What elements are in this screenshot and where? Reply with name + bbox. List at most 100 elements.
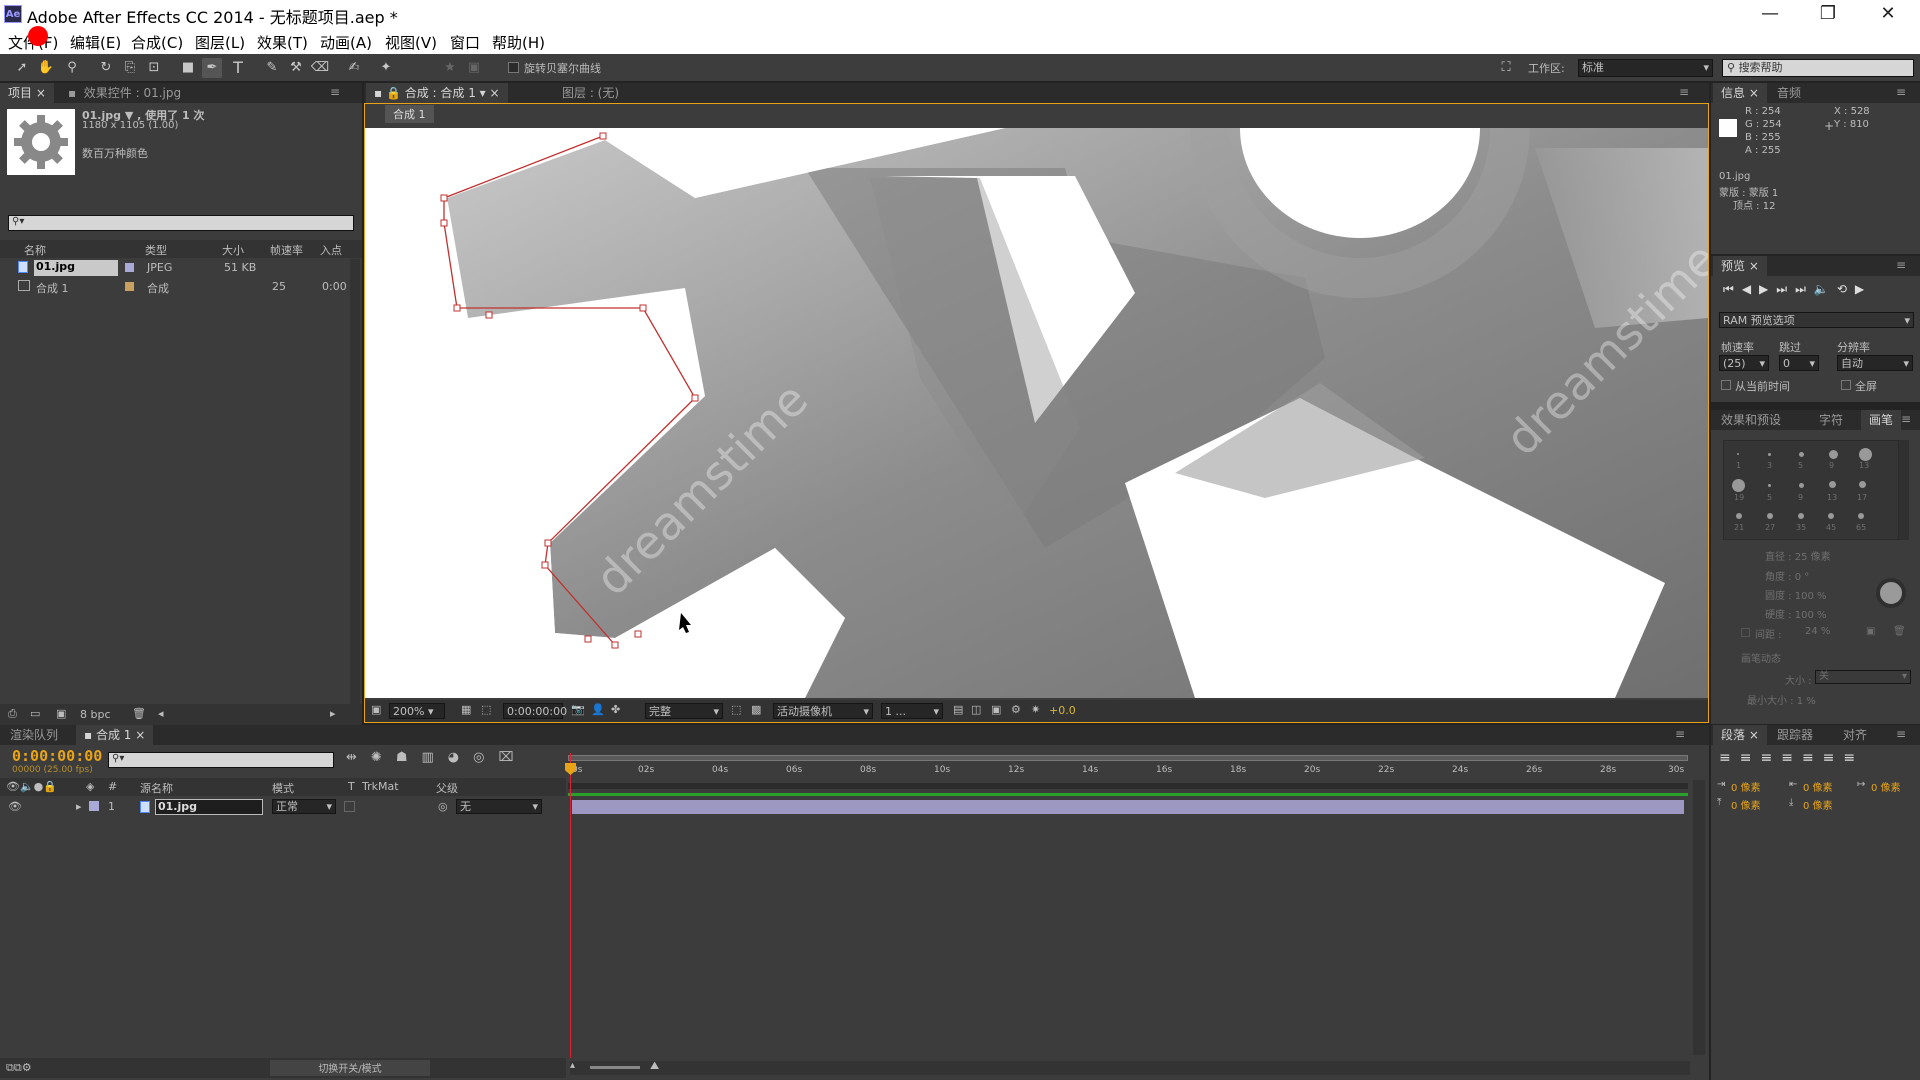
project-scrollbar[interactable] [350, 259, 360, 704]
grid-icon[interactable]: ▦ [461, 703, 471, 716]
pen-tool-icon[interactable]: ✒ [202, 58, 222, 78]
tab-render-queue[interactable]: 渲染队列 [2, 725, 66, 745]
shy-icon[interactable]: ☗ [396, 750, 422, 765]
camera-tool-icon[interactable]: ⎘ [120, 58, 140, 78]
brush-angle[interactable]: 角度 : 0 ° [1765, 568, 1809, 583]
menu-view[interactable]: 视图(V) [385, 32, 437, 53]
blend-mode-select[interactable]: 正常 ▾ [272, 799, 336, 814]
toggle-switches-modes[interactable]: 切换开关/模式 [270, 1060, 430, 1076]
time-ruler[interactable]: 0s 02s 04s 06s 08s 10s 12s 14s 16s 18s 2… [568, 753, 1693, 793]
timeline-icon[interactable]: ▣ [991, 703, 1001, 716]
panel-menu-icon[interactable]: ≡ [1896, 258, 1906, 272]
brush-tool-icon[interactable]: ✎ [262, 58, 282, 78]
puppet-tool-icon[interactable]: ✦ [376, 58, 396, 78]
label-color[interactable] [89, 801, 99, 811]
project-search-input[interactable]: ⚲▾ [8, 215, 354, 231]
timeline-search-input[interactable]: ⚲▾ [108, 752, 334, 768]
col-in[interactable]: 入点 [320, 242, 342, 258]
eye-icon[interactable]: 👁 [8, 800, 22, 813]
col-name[interactable]: 名称 [24, 242, 46, 258]
panel-menu-icon[interactable]: ≡ [1896, 85, 1906, 99]
draft-3d-icon[interactable]: ✺ [371, 750, 396, 765]
clone-stamp-tool-icon[interactable]: ⚒ [286, 58, 306, 78]
resolution-select[interactable]: 完整 ▾ [645, 703, 723, 719]
channel-icon[interactable]: ✤ [611, 703, 620, 716]
indent-left-value[interactable]: 0 像素 [1731, 779, 1761, 794]
prev-frame-icon[interactable]: ◀ [1742, 282, 1759, 296]
show-snapshot-icon[interactable]: 👤 [591, 703, 605, 716]
justify-right-icon[interactable]: ≡ [1823, 750, 1844, 766]
always-preview-icon[interactable]: ▣ [371, 703, 381, 716]
workspace-select[interactable]: 标准 ▾ [1578, 59, 1713, 77]
brush-hardness[interactable]: 硬度 : 100 % [1765, 606, 1827, 621]
motion-blur-icon[interactable]: ◕ [448, 750, 473, 765]
justify-all-icon[interactable]: ≡ [1843, 750, 1864, 766]
play-icon[interactable]: ▶ [1759, 282, 1776, 296]
menu-window[interactable]: 窗口 [450, 32, 480, 53]
panel-menu-icon[interactable]: ≡ [1679, 85, 1689, 99]
col-type[interactable]: 类型 [145, 242, 167, 258]
scroll-right-icon[interactable]: ▸ [330, 707, 336, 720]
brush-diameter[interactable]: 直径 : 25 像素 [1765, 548, 1831, 563]
current-timecode[interactable]: 0:00:00:00 [12, 747, 102, 765]
space-after-value[interactable]: 0 像素 [1803, 797, 1833, 812]
panel-menu-icon[interactable]: ≡ [330, 85, 340, 99]
brush-tips-grid[interactable]: 1 3 5 9 13 19 5 9 13 17 21 27 35 45 65 [1723, 440, 1899, 540]
tab-effect-controls[interactable]: ▪ 效果控件 : 01.jpg [60, 83, 189, 103]
hand-tool-icon[interactable]: ✋ [36, 58, 56, 78]
menu-help[interactable]: 帮助(H) [492, 32, 545, 53]
fps-select[interactable]: (25) ▾ [1719, 355, 1769, 371]
audio-icon[interactable]: 🔈 [1814, 282, 1837, 296]
space-before-value[interactable]: 0 像素 [1731, 797, 1761, 812]
exposure-value[interactable]: +0.0 [1049, 704, 1076, 717]
timeline-zoom-bar[interactable]: ▴ ⛰ [570, 1059, 1690, 1075]
tab-project[interactable]: 项目 × [0, 83, 54, 103]
tab-preview[interactable]: 预览 × [1713, 256, 1767, 276]
align-center-icon[interactable]: ≡ [1740, 750, 1761, 766]
rectangle-tool-icon[interactable]: ■ [178, 58, 198, 78]
tab-effects-presets[interactable]: 效果和预设 [1713, 410, 1789, 430]
first-frame-icon[interactable]: ⏮ [1723, 282, 1742, 296]
rotobezier-checkbox[interactable] [508, 62, 519, 73]
tab-info[interactable]: 信息 × [1713, 83, 1767, 103]
region-of-interest-icon[interactable]: ⬚ [731, 703, 741, 716]
brush-new-icon[interactable]: ▣ [1866, 626, 1875, 637]
label-color[interactable] [125, 263, 134, 272]
tab-character[interactable]: 字符 [1811, 410, 1851, 430]
zoom-in-icon[interactable]: ⛰ [650, 1059, 659, 1073]
comp-viewer[interactable]: dreamstime dreamstime [365, 128, 1708, 698]
eraser-tool-icon[interactable]: ⌫ [310, 58, 330, 78]
new-folder-icon[interactable]: ▭ [30, 707, 40, 720]
tab-paragraph[interactable]: 段落 × [1713, 725, 1767, 745]
menu-effect[interactable]: 效果(T) [257, 32, 308, 53]
mask-visibility-icon[interactable]: ⬚ [481, 703, 491, 716]
frame-blending-icon[interactable]: ▥ [421, 750, 447, 765]
parent-select[interactable]: 无 ▾ [456, 799, 542, 814]
col-fps[interactable]: 帧速率 [270, 242, 303, 258]
snapshot-icon[interactable]: 📷 [571, 703, 585, 716]
resolution-preview-select[interactable]: 自动 ▾ [1837, 355, 1913, 371]
brush-scrollbar[interactable] [1899, 440, 1909, 540]
align-right-icon[interactable]: ≡ [1760, 750, 1781, 766]
table-row[interactable]: 👁 ▸ 1 01.jpg 正常 ▾ ◎ 无 ▾ [0, 798, 566, 816]
bit-depth[interactable]: 8 bpc [80, 708, 111, 721]
tab-composition[interactable]: ▪ 🔒 合成 : 合成 1 ▾ × [366, 83, 508, 103]
panel-menu-icon[interactable]: ≡ [1675, 727, 1685, 741]
justify-left-icon[interactable]: ≡ [1781, 750, 1802, 766]
list-item[interactable]: 01.jpg JPEG 51 KB [0, 259, 350, 277]
menu-composition[interactable]: 合成(C) [131, 32, 183, 53]
tab-align[interactable]: 对齐 [1835, 725, 1875, 745]
brush-size-select[interactable]: 关 ▾ [1815, 670, 1911, 684]
last-frame-icon[interactable]: ⏭ [1795, 282, 1814, 296]
flowchart-icon[interactable]: ⚙ [1011, 703, 1021, 716]
menu-layer[interactable]: 图层(L) [195, 32, 245, 53]
help-search-input[interactable]: ⚲ 搜索帮助 [1722, 59, 1914, 77]
brush-delete-icon[interactable]: 🗑 [1893, 626, 1906, 637]
panel-menu-icon[interactable]: ≡ [1896, 727, 1906, 741]
rotate-tool-icon[interactable]: ↻ [96, 58, 116, 78]
next-frame-icon[interactable]: ⏭ [1776, 282, 1795, 296]
justify-center-icon[interactable]: ≡ [1802, 750, 1823, 766]
views-select[interactable]: 1 ... ▾ [881, 703, 943, 719]
spacing-checkbox[interactable] [1741, 628, 1750, 637]
timeline-scrollbar[interactable] [1693, 780, 1705, 1055]
